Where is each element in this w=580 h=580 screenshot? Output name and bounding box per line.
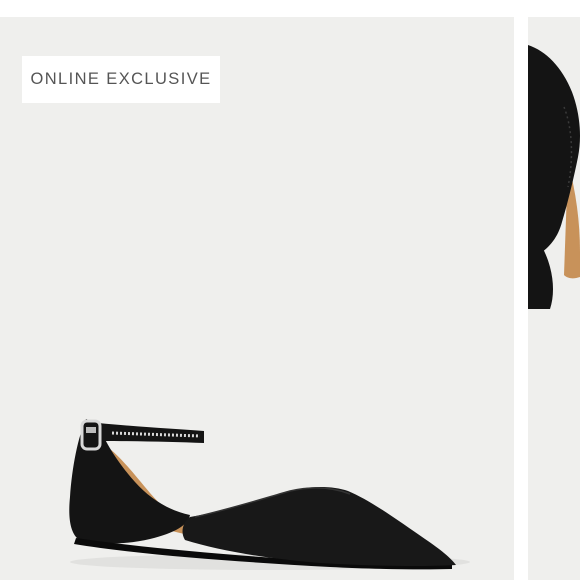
shoe-closeup-image xyxy=(528,45,580,309)
product-image-next[interactable] xyxy=(528,17,580,580)
product-image-carousel[interactable]: ONLINE EXCLUSIVE xyxy=(0,0,580,580)
product-image-main[interactable]: ONLINE EXCLUSIVE xyxy=(0,17,514,580)
online-exclusive-badge: ONLINE EXCLUSIVE xyxy=(22,56,220,103)
